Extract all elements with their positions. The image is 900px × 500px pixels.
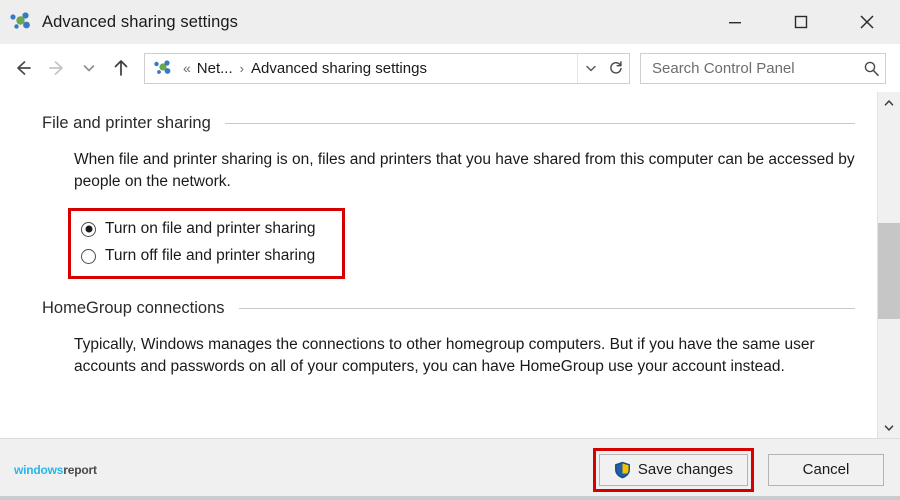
- chevron-down-icon: [585, 65, 596, 72]
- refresh-button[interactable]: [603, 54, 629, 83]
- close-button[interactable]: [834, 0, 900, 44]
- radio-label-turn-on: Turn on file and printer sharing: [105, 220, 316, 238]
- close-icon: [860, 15, 874, 29]
- chevron-up-icon: [884, 99, 894, 106]
- cancel-button[interactable]: Cancel: [768, 453, 884, 486]
- radio-option-turn-on[interactable]: Turn on file and printer sharing: [81, 216, 316, 243]
- section-body-homegroup-connections: Typically, Windows manages the connectio…: [74, 335, 815, 376]
- section-header-homegroup-connections: HomeGroup connections: [42, 299, 855, 318]
- minimize-button[interactable]: [702, 0, 768, 44]
- refresh-icon: [610, 61, 622, 74]
- save-changes-button[interactable]: Save changes: [598, 453, 748, 486]
- watermark-part1: windows: [14, 462, 64, 477]
- scrollbar-thumb[interactable]: [878, 223, 900, 319]
- section-divider: [224, 123, 855, 124]
- section-divider: [238, 307, 855, 309]
- maximize-button[interactable]: [768, 0, 834, 44]
- scroll-down-button[interactable]: [878, 417, 900, 438]
- breadcrumb-item-0[interactable]: Net...: [197, 60, 233, 77]
- back-arrow-icon: [17, 61, 31, 75]
- address-dropdown-button[interactable]: [577, 53, 603, 83]
- navigation-toolbar: « Net... › Advanced sharing settings: [0, 44, 900, 92]
- section-title: HomeGroup connections: [42, 298, 225, 317]
- radio-button-turn-on[interactable]: [81, 221, 96, 237]
- cancel-label: Cancel: [802, 461, 850, 478]
- forward-arrow-icon: [49, 61, 63, 75]
- breadcrumb: « Net... › Advanced sharing settings: [181, 60, 577, 77]
- address-bar[interactable]: « Net... › Advanced sharing settings: [144, 52, 630, 84]
- save-changes-highlight: Save changes: [592, 447, 754, 492]
- save-changes-label: Save changes: [637, 461, 733, 478]
- search-icon[interactable]: [857, 60, 885, 77]
- title-bar: Advanced sharing settings: [0, 0, 900, 44]
- advanced-sharing-settings-window: Advanced sharing settings « Net... › Adv…: [0, 0, 900, 500]
- section-header-file-printer-sharing: File and printer sharing: [42, 114, 855, 133]
- window-controls: [702, 0, 900, 44]
- radio-button-turn-off[interactable]: [81, 248, 96, 264]
- vertical-scrollbar[interactable]: [877, 92, 900, 438]
- section-title: File and printer sharing: [42, 114, 211, 132]
- section-body-file-printer-sharing: When file and printer sharing is on, fil…: [74, 151, 855, 191]
- watermark-part2: report: [63, 462, 97, 477]
- scroll-up-button[interactable]: [878, 92, 900, 113]
- window-bottom-edge: [0, 496, 900, 500]
- scrollbar-track[interactable]: [878, 113, 900, 417]
- file-printer-sharing-radio-group: Turn on file and printer sharing Turn of…: [68, 207, 345, 279]
- watermark: windowsreport: [14, 463, 97, 477]
- uac-shield-icon: [614, 461, 631, 479]
- maximize-icon: [794, 15, 808, 29]
- back-button[interactable]: [6, 51, 40, 85]
- breadcrumb-overflow[interactable]: «: [181, 60, 197, 76]
- settings-panel: File and printer sharing When file and p…: [0, 92, 877, 438]
- recent-locations-button[interactable]: [74, 51, 104, 85]
- search-input[interactable]: [650, 58, 857, 78]
- content-area: File and printer sharing When file and p…: [0, 92, 900, 438]
- search-box[interactable]: [640, 52, 886, 84]
- forward-button[interactable]: [40, 51, 74, 85]
- up-arrow-icon: [114, 60, 128, 76]
- breadcrumb-separator: ›: [239, 60, 244, 76]
- chevron-down-icon: [83, 65, 95, 72]
- breadcrumb-item-1[interactable]: Advanced sharing settings: [251, 60, 427, 77]
- radio-label-turn-off: Turn off file and printer sharing: [105, 247, 316, 265]
- network-sharing-icon: [9, 11, 35, 33]
- window-title: Advanced sharing settings: [42, 12, 239, 31]
- minimize-icon: [729, 22, 741, 24]
- dialog-footer: windowsreport Save changes Cancel: [0, 438, 900, 500]
- up-level-button[interactable]: [104, 51, 138, 85]
- address-network-icon: [153, 59, 177, 77]
- chevron-down-icon: [884, 424, 894, 431]
- radio-option-turn-off[interactable]: Turn off file and printer sharing: [81, 243, 316, 270]
